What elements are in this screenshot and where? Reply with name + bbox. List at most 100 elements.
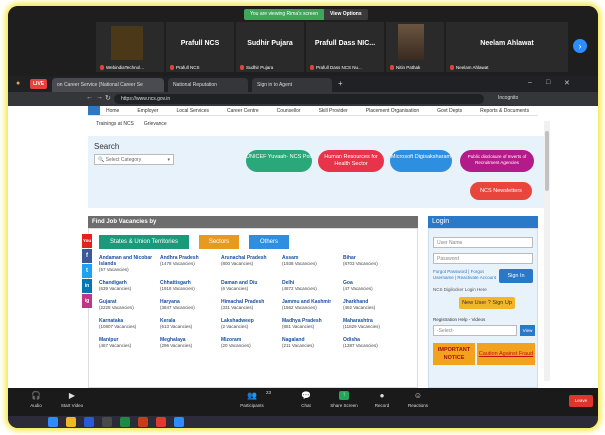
- scrollbar-thumb[interactable]: [545, 131, 549, 191]
- linkedin-icon[interactable]: in: [82, 279, 92, 293]
- zoom-taskbar-icon[interactable]: [174, 417, 184, 427]
- search-icon: 🔍: [98, 157, 105, 163]
- digilocker-link[interactable]: NCS Digilocker Login Here: [433, 287, 499, 293]
- nav-item[interactable]: Home: [106, 108, 119, 115]
- state-cell[interactable]: Goa (47 Vacancies): [343, 280, 404, 292]
- state-cell[interactable]: Manipur (467 Vacancies): [99, 337, 160, 349]
- state-cell[interactable]: Arunachal Pradesh (800 Vacancies): [221, 255, 282, 273]
- ncs-newsletters-button[interactable]: NCS Newsletters: [470, 182, 532, 200]
- reactions-button[interactable]: ☺ Reactions: [398, 391, 438, 408]
- participant-tile[interactable]: WebindiaTechnol...: [96, 22, 164, 72]
- twitter-icon[interactable]: t: [82, 264, 92, 278]
- view-options-button[interactable]: View Options: [324, 9, 368, 20]
- state-cell[interactable]: Delhi (4872 Vacancies): [282, 280, 343, 292]
- state-cell[interactable]: Kerala (613 Vacancies): [160, 318, 221, 330]
- password-input[interactable]: Password: [433, 253, 533, 264]
- chat-button[interactable]: 💬 Chat: [286, 391, 326, 408]
- nav-item[interactable]: Employer: [137, 108, 158, 115]
- participant-tile[interactable]: Prafull Dass NIC... Prafull Dass NCS Nu.…: [306, 22, 384, 72]
- nav-item[interactable]: Counsellor: [277, 108, 301, 115]
- browser-tab[interactable]: Sign in to Agent: [252, 78, 332, 92]
- forward-icon[interactable]: →: [96, 94, 103, 101]
- state-cell[interactable]: Madhya Pradesh (881 Vacancies): [282, 318, 343, 330]
- record-button[interactable]: ● Record: [362, 391, 402, 408]
- health-sector-button[interactable]: Human Resources for Health Sector: [318, 150, 384, 172]
- states-filter-button[interactable]: States & Union Territories: [99, 235, 189, 249]
- nav-item[interactable]: Trainings at NCS: [96, 121, 134, 127]
- state-vacancies: (639 Vacancies): [99, 286, 132, 291]
- state-cell[interactable]: Haryana (3847 Vacancies): [160, 299, 221, 311]
- browser-tab[interactable]: National Reputation: [168, 78, 248, 92]
- nav-item[interactable]: Govt Depts: [437, 108, 462, 115]
- excel-icon[interactable]: [120, 417, 130, 427]
- page-scrollbar[interactable]: [544, 121, 550, 381]
- sectors-filter-button[interactable]: Sectors: [199, 235, 239, 249]
- url-input[interactable]: https://www.ncs.gov.in: [114, 94, 484, 104]
- back-icon[interactable]: ←: [86, 94, 93, 101]
- state-cell[interactable]: Bihar (8703 Vacancies): [343, 255, 404, 273]
- state-cell[interactable]: Maharashtra (11829 Vacancies): [343, 318, 404, 330]
- unicef-poll-button[interactable]: UNICEF Yuvaah- NCS Poll: [246, 150, 312, 172]
- state-cell[interactable]: Jammu and Kashmir (1562 Vacancies): [282, 299, 343, 311]
- nav-item[interactable]: Grievance: [144, 121, 167, 127]
- audio-button[interactable]: 🎧 Audio: [16, 391, 56, 408]
- registration-video-select[interactable]: -Select-: [433, 325, 517, 336]
- state-cell[interactable]: Nagaland (211 Vacancies): [282, 337, 343, 349]
- state-cell[interactable]: Mizoram (20 Vacancies): [221, 337, 282, 349]
- facebook-icon[interactable]: f: [82, 249, 92, 263]
- forgot-links[interactable]: Forgot Password | Forgot Username | Reac…: [433, 269, 499, 281]
- participant-tile[interactable]: Sudhir Pujara Sudhir Pujara: [236, 22, 304, 72]
- state-cell[interactable]: Himachal Pradesh (331 Vacancies): [221, 299, 282, 311]
- state-cell[interactable]: Chandigarh (639 Vacancies): [99, 280, 160, 292]
- file-explorer-icon[interactable]: [66, 417, 76, 427]
- state-cell[interactable]: Jharkhand (462 Vacancies): [343, 299, 404, 311]
- video-button[interactable]: ▶ Start Video: [52, 391, 92, 408]
- state-cell[interactable]: Andaman and Nicobar Islands (57 Vacancies…: [99, 255, 160, 273]
- state-cell[interactable]: Lakshadweep (2 Vacancies): [221, 318, 282, 330]
- others-filter-button[interactable]: Others: [249, 235, 289, 249]
- app-icon[interactable]: [102, 417, 112, 427]
- microsoft-digisaksharam-button[interactable]: Microsoft Digisaksharam: [390, 150, 452, 172]
- state-cell[interactable]: Chhattisgarh (1918 Vacancies): [160, 280, 221, 292]
- nav-item[interactable]: Skill Provider: [319, 108, 348, 115]
- state-cell[interactable]: Meghalaya (296 Vacancies): [160, 337, 221, 349]
- maximize-icon[interactable]: □: [546, 79, 550, 86]
- participant-tile[interactable]: Neelam Ahlawat Neelam Ahlawat: [446, 22, 568, 72]
- view-button[interactable]: View: [520, 325, 535, 336]
- minimize-icon[interactable]: –: [528, 79, 532, 86]
- pdf-icon[interactable]: [156, 417, 166, 427]
- nav-item[interactable]: Placement Organisation: [366, 108, 419, 115]
- incognito-label[interactable]: Incognito: [498, 95, 518, 101]
- youtube-icon[interactable]: You: [82, 234, 92, 248]
- zoom-app-icon[interactable]: [48, 417, 58, 427]
- search-title: Search: [94, 142, 120, 151]
- nav-item[interactable]: Reports & Documents: [480, 108, 529, 115]
- state-vacancies: (462 Vacancies): [343, 305, 376, 310]
- powerpoint-icon[interactable]: [138, 417, 148, 427]
- state-cell[interactable]: Andhra Pradesh (1478 Vacancies): [160, 255, 221, 273]
- participant-tile[interactable]: Prafull NCS Prafull NCS: [166, 22, 234, 72]
- nav-item[interactable]: Career Centre: [227, 108, 259, 115]
- share-screen-button[interactable]: ↑ Share Screen: [324, 391, 364, 408]
- word-icon[interactable]: [84, 417, 94, 427]
- nav-item[interactable]: Local Services: [176, 108, 209, 115]
- category-select[interactable]: 🔍 Select Category ▾: [94, 154, 174, 165]
- sign-up-button[interactable]: New User ? Sign Up: [459, 297, 515, 309]
- next-participants-icon[interactable]: ›: [573, 39, 587, 53]
- state-cell[interactable]: Daman and Diu (6 Vacancies): [221, 280, 282, 292]
- participant-tile[interactable]: Nitin Pathak: [386, 22, 444, 72]
- public-disclosure-button[interactable]: Public disclosure of Inverts of Recruitm…: [460, 150, 534, 172]
- close-icon[interactable]: ✕: [564, 79, 570, 87]
- reload-icon[interactable]: ↻: [105, 94, 111, 102]
- state-cell[interactable]: Odisha (1387 Vacancies): [343, 337, 404, 349]
- instagram-icon[interactable]: ig: [82, 294, 92, 308]
- leave-button[interactable]: Leave: [569, 395, 593, 407]
- caution-link[interactable]: Caution Against Fraud: [477, 343, 535, 365]
- state-cell[interactable]: Gujarat (2225 Vacancies): [99, 299, 160, 311]
- new-tab-icon[interactable]: +: [338, 79, 343, 88]
- username-input[interactable]: User Name: [433, 237, 533, 248]
- sign-in-button[interactable]: Sign In: [499, 269, 533, 283]
- state-cell[interactable]: Assam (1938 Vacancies): [282, 255, 343, 273]
- browser-tab[interactable]: on Career Service (National Career Se: [52, 78, 164, 92]
- state-cell[interactable]: Karnataka (10807 Vacancies): [99, 318, 160, 330]
